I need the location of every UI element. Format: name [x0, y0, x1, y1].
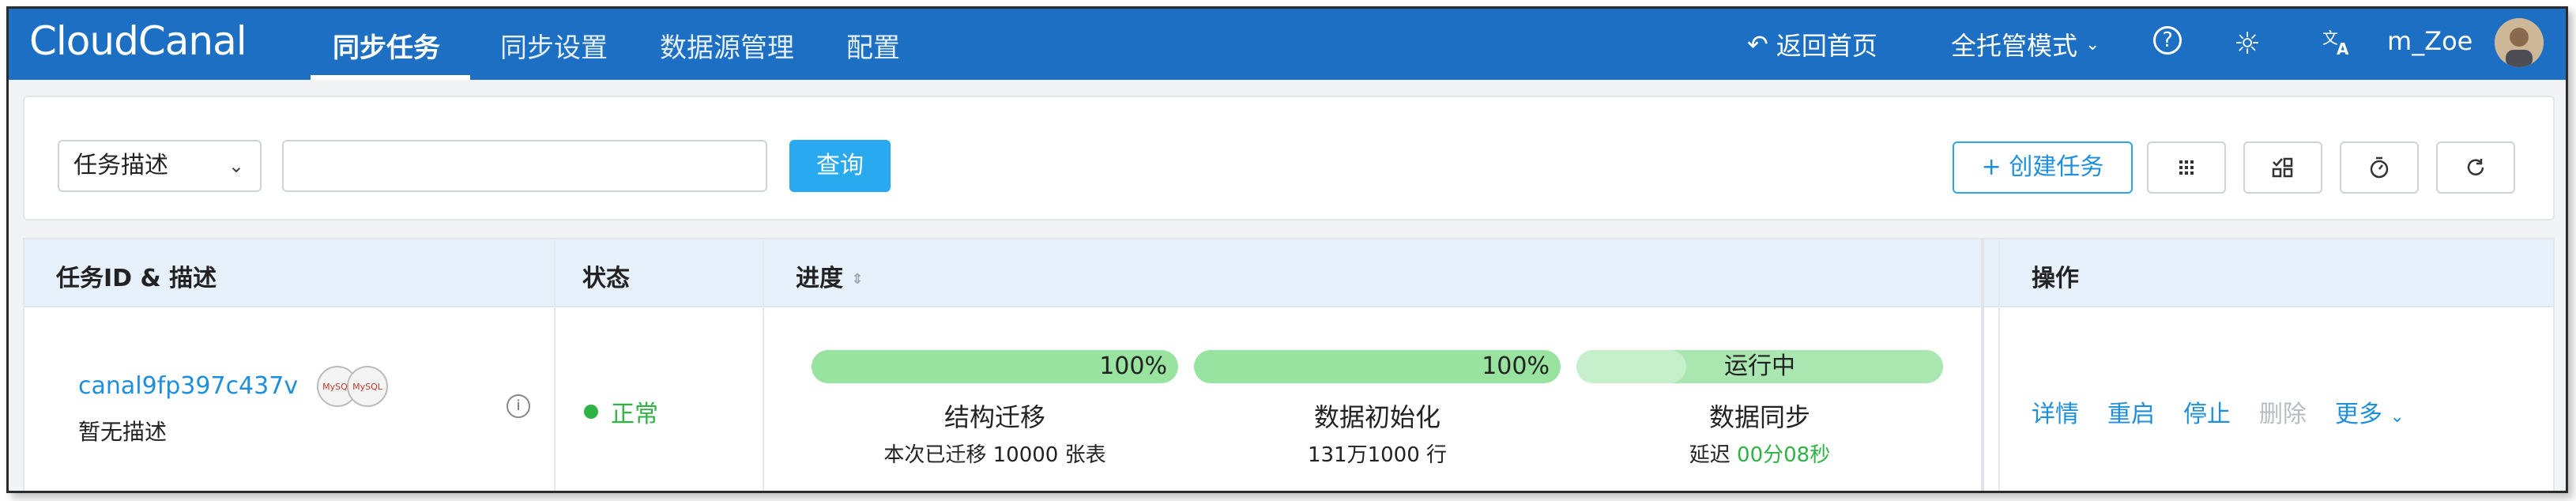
stopwatch-icon — [2370, 156, 2389, 179]
back-home-link[interactable]: ↶ 返回首页 — [1747, 26, 1877, 62]
task-table: 任务ID & 描述 状态 进度 ⇕ 操作 canal9fp397c437v My… — [23, 238, 2555, 491]
svg-text:文: 文 — [2322, 28, 2338, 47]
stage-subtitle: 延迟 00分08秒 — [1576, 439, 1943, 468]
timer-button[interactable] — [2340, 141, 2419, 194]
status-dot — [584, 405, 598, 419]
more-label: 更多 — [2335, 401, 2382, 428]
top-navbar: CloudCanal 同步任务 同步设置 数据源管理 配置 ↶ 返回首页 全托管… — [9, 9, 2566, 80]
grid-view-button[interactable] — [2147, 141, 2226, 194]
latency-value: 00分08秒 — [1737, 443, 1831, 467]
mode-label: 全托管模式 — [1951, 31, 2078, 61]
column-divider — [554, 239, 555, 491]
stage-title: 数据同步 — [1708, 402, 1810, 432]
stage-title: 结构迁移 — [943, 402, 1045, 432]
filter-field-select[interactable]: 任务描述 ⌄ — [58, 140, 262, 192]
stage-subtitle: 131万1000 行 — [1307, 443, 1448, 467]
restart-button[interactable]: 重启 — [2107, 394, 2155, 429]
column-divider — [1981, 239, 1984, 491]
progress-bar-incremental: 运行中 — [1576, 350, 1943, 383]
undo-arrow-icon: ↶ — [1747, 29, 1768, 59]
theme-toggle[interactable]: ☼ — [2234, 26, 2261, 61]
status-badge: 正常 — [584, 394, 658, 429]
progress-label: 100% — [1099, 352, 1167, 380]
app-window: CloudCanal 同步任务 同步设置 数据源管理 配置 ↶ 返回首页 全托管… — [6, 6, 2568, 493]
stop-button[interactable]: 停止 — [2183, 394, 2231, 429]
tab-config[interactable]: 配置 — [846, 26, 900, 65]
chevron-down-icon: ⌄ — [2390, 407, 2405, 427]
sun-icon: ☼ — [2234, 26, 2262, 61]
filter-field-value: 任务描述 — [73, 152, 168, 179]
batch-select-button[interactable] — [2243, 141, 2322, 194]
checklist-icon — [2272, 157, 2293, 178]
language-toggle[interactable]: 文 A — [2321, 26, 2352, 58]
header-progress-label: 进度 — [796, 265, 843, 292]
task-description: 暂无描述 — [78, 419, 168, 445]
help-icon: ? — [2153, 26, 2182, 55]
stage-subtitle: 本次已迁移 10000 张表 — [883, 443, 1106, 467]
column-divider — [1998, 239, 2000, 491]
svg-text:A: A — [2337, 40, 2349, 58]
info-icon[interactable]: i — [507, 394, 530, 418]
search-input[interactable] — [282, 140, 767, 192]
sort-icon[interactable]: ⇕ — [851, 271, 863, 288]
chevron-down-icon: ⌄ — [2085, 34, 2100, 55]
tab-sync-tasks[interactable]: 同步任务 — [333, 26, 440, 65]
progress-bar-structure: 100% — [812, 350, 1178, 383]
progress-bar-full-data: 100% — [1194, 350, 1561, 383]
app-logo[interactable]: CloudCanal — [29, 18, 247, 64]
back-home-label: 返回首页 — [1776, 31, 1877, 61]
delete-button: 删除 — [2259, 401, 2307, 428]
translate-icon: 文 A — [2322, 28, 2349, 58]
refresh-button[interactable] — [2436, 141, 2515, 194]
filter-panel: 任务描述 ⌄ 查询 + 创建任务 — [23, 96, 2555, 220]
help-button[interactable]: ? — [2153, 26, 2182, 55]
header-status: 状态 — [582, 265, 630, 292]
tab-datasource-management[interactable]: 数据源管理 — [660, 26, 794, 65]
query-button[interactable]: 查询 — [789, 140, 891, 192]
dots-grid-icon — [2179, 160, 2194, 175]
task-id-link[interactable]: canal9fp397c437v — [78, 372, 298, 400]
header-task-id: 任务ID & 描述 — [56, 265, 217, 292]
create-task-button[interactable]: + 创建任务 — [1953, 141, 2133, 194]
chevron-down-icon: ⌄ — [228, 155, 244, 177]
more-dropdown[interactable]: 更多 ⌄ — [2335, 394, 2405, 429]
mysql-target-icon: MySQL — [347, 366, 388, 407]
status-text: 正常 — [611, 401, 658, 428]
latency-label: 延迟 — [1689, 443, 1738, 467]
stage-title: 数据初始化 — [1313, 402, 1441, 432]
refresh-icon — [2467, 159, 2484, 175]
details-button[interactable]: 详情 — [2032, 394, 2079, 429]
header-progress[interactable]: 进度 ⇕ — [796, 258, 864, 293]
progress-label: 运行中 — [1724, 352, 1795, 380]
tab-sync-settings[interactable]: 同步设置 — [500, 26, 608, 65]
progress-label: 100% — [1482, 352, 1550, 380]
username[interactable]: m_Zoe — [2387, 26, 2472, 56]
table-header: 任务ID & 描述 状态 进度 ⇕ 操作 — [24, 239, 2553, 307]
header-actions: 操作 — [2032, 265, 2079, 292]
column-divider — [763, 239, 764, 491]
mode-dropdown[interactable]: 全托管模式 ⌄ — [1951, 26, 2100, 62]
active-tab-indicator — [311, 75, 470, 80]
avatar[interactable] — [2495, 18, 2544, 67]
